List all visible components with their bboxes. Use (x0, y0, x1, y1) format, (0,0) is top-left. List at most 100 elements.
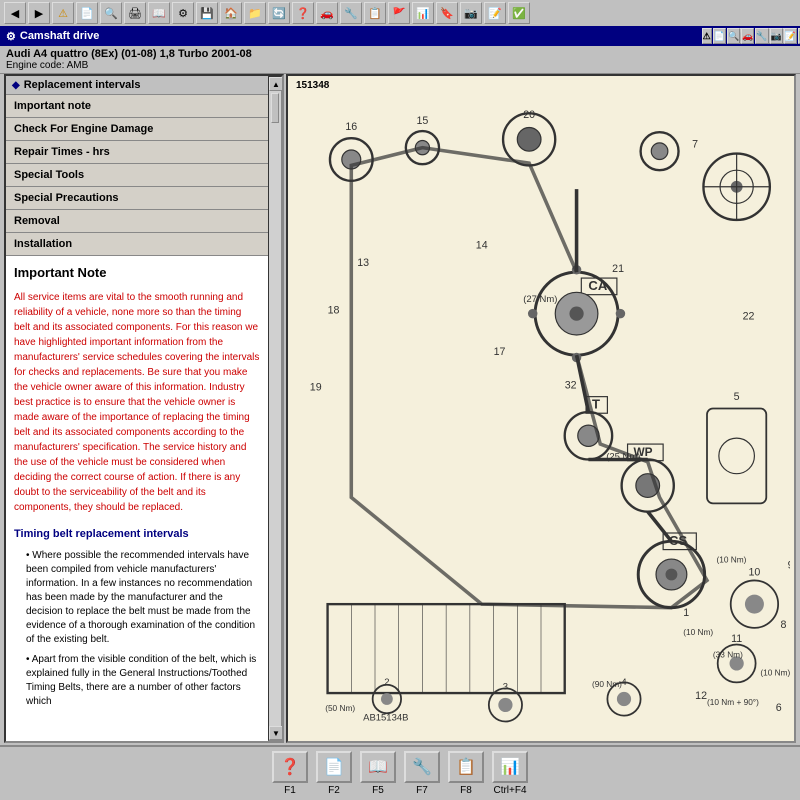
toolbar-icon-save[interactable]: 💾 (196, 2, 218, 24)
svg-text:6: 6 (776, 702, 782, 714)
bullet-1: Where possible the recommended intervals… (26, 549, 260, 647)
btn-f7[interactable]: 🔧 F7 (404, 751, 440, 796)
toolbar-icon-chart[interactable]: 📊 (412, 2, 434, 24)
toolbar-mini5[interactable]: 🔧 (755, 28, 768, 44)
svg-text:4: 4 (621, 677, 626, 688)
toolbar-icon-wrench[interactable]: 🔧 (340, 2, 362, 24)
nav-item-installation[interactable]: Installation (6, 233, 268, 256)
btn-f1[interactable]: ❓ F1 (272, 751, 308, 796)
svg-text:1: 1 (683, 607, 689, 619)
btn-f8[interactable]: 📋 F8 (448, 751, 484, 796)
nav-item-important-note[interactable]: Important note (6, 95, 268, 118)
toolbar-icon-back[interactable]: ◀ (4, 2, 26, 24)
svg-text:(50 Nm): (50 Nm) (325, 703, 355, 713)
bullet-2: Apart from the visible condition of the … (26, 653, 260, 709)
svg-text:21: 21 (612, 263, 624, 275)
main-content: ◆ Replacement intervals Important note C… (0, 74, 800, 743)
svg-text:2: 2 (384, 677, 389, 688)
title-left: ⚙ Camshaft drive (6, 30, 99, 43)
top-toolbar: ◀ ▶ ⚠ 📄 🔍 🖨 📖 ⚙ 💾 🏠 📁 🔄 ❓ 🚗 🔧 📋 🚩 📊 🔖 📷 … (0, 0, 800, 26)
toolbar-icon-print[interactable]: 🖨 (124, 2, 146, 24)
nav-next-icons: ⚠ 📄 🔍 🚗 🔧 📷 📝 ✅ 🗑 💾 ⭐ 🔖 (776, 28, 794, 44)
ctrlf4-label: Ctrl+F4 (493, 785, 526, 796)
scroll-up[interactable]: ▲ (269, 77, 282, 91)
svg-text:32: 32 (565, 379, 577, 391)
f1-label: F1 (284, 785, 296, 796)
toolbar-icon-gear[interactable]: ⚙ (172, 2, 194, 24)
car-info-bar: Audi A4 quattro (8Ex) (01-08) 1,8 Turbo … (0, 46, 800, 74)
svg-text:(10 Nm): (10 Nm) (760, 667, 790, 677)
toolbar-icon-camera[interactable]: 📷 (460, 2, 482, 24)
toolbar-mini2[interactable]: 📄 (713, 28, 726, 44)
left-scrollbar[interactable]: ▲ ▼ (268, 76, 282, 741)
svg-text:7: 7 (692, 139, 698, 151)
window-title: Camshaft drive (20, 30, 99, 42)
svg-text:12: 12 (695, 690, 707, 702)
btn-ctrlf4[interactable]: 📊 Ctrl+F4 (492, 751, 528, 796)
toolbar-mini7[interactable]: 📝 (784, 28, 797, 44)
f7-icon[interactable]: 🔧 (404, 751, 440, 783)
car-model: Audi A4 quattro (8Ex) (01-08) 1,8 Turbo … (6, 48, 794, 60)
svg-text:(90 Nm): (90 Nm) (592, 679, 622, 689)
svg-text:8: 8 (781, 619, 787, 631)
toolbar-icon-home[interactable]: 🏠 (220, 2, 242, 24)
svg-text:22: 22 (743, 311, 755, 323)
nav-item-repair-times[interactable]: Repair Times - hrs (6, 141, 268, 164)
scroll-down[interactable]: ▼ (269, 726, 282, 740)
svg-text:3: 3 (503, 682, 508, 693)
svg-text:16: 16 (345, 121, 357, 133)
camshaft-icon: ⚙ (6, 30, 16, 43)
left-panel-inner: ◆ Replacement intervals Important note C… (6, 76, 282, 741)
toolbar-mini3[interactable]: 🔍 (727, 28, 740, 44)
toolbar-icon-help[interactable]: ❓ (292, 2, 314, 24)
svg-text:15: 15 (416, 115, 428, 127)
nav-item-removal[interactable]: Removal (6, 210, 268, 233)
toolbar-icon-note[interactable]: 📝 (484, 2, 506, 24)
toolbar-icon-check[interactable]: ✅ (508, 2, 530, 24)
scroll-thumb[interactable] (271, 93, 279, 123)
toolbar-mini4[interactable]: 🚗 (741, 28, 754, 44)
f7-label: F7 (416, 785, 428, 796)
toolbar-icon-warning[interactable]: ⚠ (52, 2, 74, 24)
scroll-track (269, 91, 281, 726)
ctrlf4-icon[interactable]: 📊 (492, 751, 528, 783)
svg-text:(27 Nm): (27 Nm) (523, 294, 557, 305)
btn-f2[interactable]: 📄 F2 (316, 751, 352, 796)
f5-icon[interactable]: 📖 (360, 751, 396, 783)
left-panel: ◆ Replacement intervals Important note C… (4, 74, 284, 743)
window-title-bar: ⚙ Camshaft drive |◀ ◀ ⚠ 📄 🔍 🚗 🔧 📷 📝 ✅ 🗑 … (0, 26, 800, 46)
btn-f5[interactable]: 📖 F5 (360, 751, 396, 796)
section-header: ◆ Replacement intervals (6, 76, 268, 95)
nav-item-special-precautions[interactable]: Special Precautions (6, 187, 268, 210)
label-CA: CA (588, 278, 607, 293)
svg-text:T: T (592, 397, 600, 412)
f1-icon[interactable]: ❓ (272, 751, 308, 783)
diagram-number: 151348 (296, 80, 329, 91)
toolbar-icon-refresh[interactable]: 🔄 (268, 2, 290, 24)
toolbar-mini6[interactable]: 📷 (770, 28, 783, 44)
toolbar-icon-forward[interactable]: ▶ (28, 2, 50, 24)
toolbar-mini1[interactable]: ⚠ (702, 28, 712, 44)
engine-code: Engine code: AMB (6, 60, 794, 71)
toolbar-icon-flag[interactable]: 🚩 (388, 2, 410, 24)
f8-icon[interactable]: 📋 (448, 751, 484, 783)
f2-icon[interactable]: 📄 (316, 751, 352, 783)
toolbar-icon-clipboard[interactable]: 📋 (364, 2, 386, 24)
toolbar-icon-bookmark[interactable]: 🔖 (436, 2, 458, 24)
nav-item-check-engine[interactable]: Check For Engine Damage (6, 118, 268, 141)
f5-label: F5 (372, 785, 384, 796)
left-panel-content: ◆ Replacement intervals Important note C… (6, 76, 268, 741)
f8-label: F8 (460, 785, 472, 796)
toolbar-icon-doc[interactable]: 📄 (76, 2, 98, 24)
toolbar-icon-car[interactable]: 🚗 (316, 2, 338, 24)
nav-item-special-tools[interactable]: Special Tools (6, 164, 268, 187)
important-paragraph: All service items are vital to the smoot… (14, 290, 260, 515)
svg-text:(10 Nm + 90°): (10 Nm + 90°) (707, 697, 759, 707)
diamond-icon: ◆ (12, 80, 20, 91)
toolbar-icon-folder[interactable]: 📁 (244, 2, 266, 24)
svg-text:20: 20 (523, 109, 535, 121)
svg-text:5: 5 (734, 391, 740, 403)
toolbar-icon-book[interactable]: 📖 (148, 2, 170, 24)
toolbar-icon-search[interactable]: 🔍 (100, 2, 122, 24)
svg-text:(25 Nm): (25 Nm) (606, 451, 640, 462)
